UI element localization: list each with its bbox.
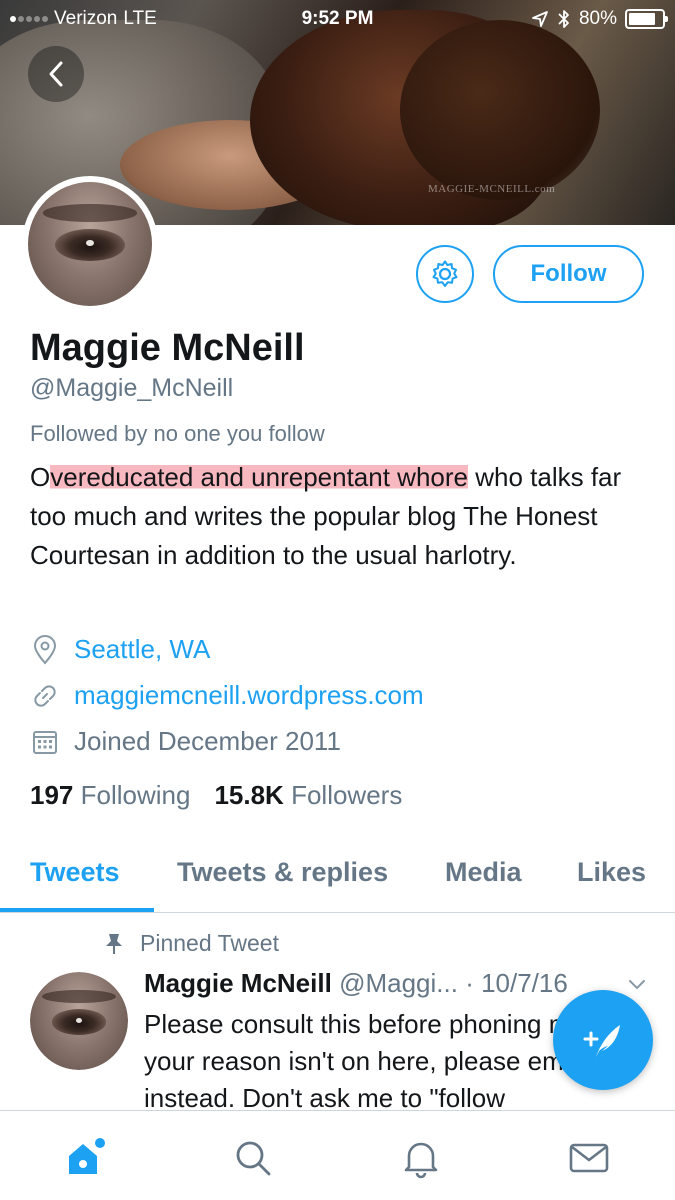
link-icon <box>30 682 60 710</box>
status-bar: Verizon LTE 9:52 PM 80% <box>0 0 675 38</box>
nav-notifications[interactable] <box>396 1133 446 1183</box>
compose-icon <box>583 1025 620 1057</box>
status-right: 80% <box>531 8 668 30</box>
tab-tweets[interactable]: Tweets <box>30 857 120 888</box>
nav-messages[interactable] <box>564 1133 614 1183</box>
tweet-menu-button[interactable] <box>627 978 647 997</box>
tweet-avatar-image <box>30 972 128 1070</box>
following-count[interactable]: 197 Following <box>30 780 190 811</box>
battery-percent: 80% <box>578 8 617 29</box>
bottom-navigation <box>0 1110 675 1200</box>
profile-name: Maggie McNeill <box>30 327 305 369</box>
pin-icon <box>106 933 122 954</box>
bio-first-letter: O <box>30 462 51 492</box>
battery-fill <box>629 13 655 25</box>
search-icon <box>236 1141 271 1176</box>
battery-icon <box>625 9 668 29</box>
bell-icon <box>404 1142 438 1179</box>
profile-website[interactable]: maggiemcneill.wordpress.com <box>30 680 424 711</box>
gear-icon <box>432 260 458 287</box>
profile-joined: Joined December 2011 <box>30 726 341 757</box>
followers-number: 15.8K <box>214 780 284 810</box>
bluetooth-icon <box>558 10 569 28</box>
map-pin-icon <box>30 634 60 665</box>
website-link[interactable]: maggiemcneill.wordpress.com <box>74 680 424 711</box>
following-label: Following <box>80 780 191 810</box>
followers-count[interactable]: 15.8K Followers <box>214 780 402 811</box>
location-arrow-icon <box>532 11 548 27</box>
bio-highlighted-text: vereducated and unrepentant whore <box>50 462 468 492</box>
profile-location[interactable]: Seattle, WA <box>30 634 210 665</box>
chevron-left-icon <box>49 61 63 87</box>
profile-bio: Overeducated and unrepentant whore who t… <box>30 458 650 575</box>
home-icon <box>69 1138 105 1174</box>
followed-by-text: Followed by no one you follow <box>30 421 325 446</box>
location-text[interactable]: Seattle, WA <box>74 634 210 665</box>
following-number: 197 <box>30 780 74 810</box>
active-tab-indicator <box>0 908 154 912</box>
follow-button[interactable]: Follow <box>493 245 644 303</box>
tweet-date: · 10/7/16 <box>465 968 568 998</box>
settings-button[interactable] <box>416 245 474 303</box>
tweet-author[interactable]: Maggie McNeill <box>144 968 332 998</box>
tab-media[interactable]: Media <box>445 857 522 888</box>
pinned-label-text: Pinned Tweet <box>140 930 279 956</box>
banner-photo-hair <box>400 20 600 200</box>
compose-tweet-button[interactable] <box>553 990 653 1090</box>
pinned-tweet-label: Pinned Tweet <box>104 930 279 957</box>
chevron-down-icon <box>629 980 645 990</box>
follow-counts: 197 Following 15.8K Followers <box>30 780 402 811</box>
profile-avatar[interactable] <box>22 176 158 312</box>
profile-tabs: Tweets Tweets & replies Media Likes <box>0 845 675 913</box>
tweet-avatar[interactable] <box>30 972 128 1070</box>
nav-search[interactable] <box>228 1133 278 1183</box>
profile-handle: @Maggie_McNeill <box>30 374 234 402</box>
joined-text: Joined December 2011 <box>74 726 341 756</box>
banner-watermark: MAGGIE-MCNEILL.com <box>428 183 556 195</box>
envelope-icon <box>569 1143 609 1173</box>
avatar-image <box>28 182 152 306</box>
tweet-handle: @Maggi... <box>339 968 458 998</box>
calendar-icon <box>30 729 60 755</box>
tab-likes[interactable]: Likes <box>577 857 646 888</box>
nav-home[interactable] <box>60 1133 110 1183</box>
tab-tweets-replies[interactable]: Tweets & replies <box>177 857 388 888</box>
back-button[interactable] <box>28 46 84 102</box>
followers-label: Followers <box>291 780 403 810</box>
